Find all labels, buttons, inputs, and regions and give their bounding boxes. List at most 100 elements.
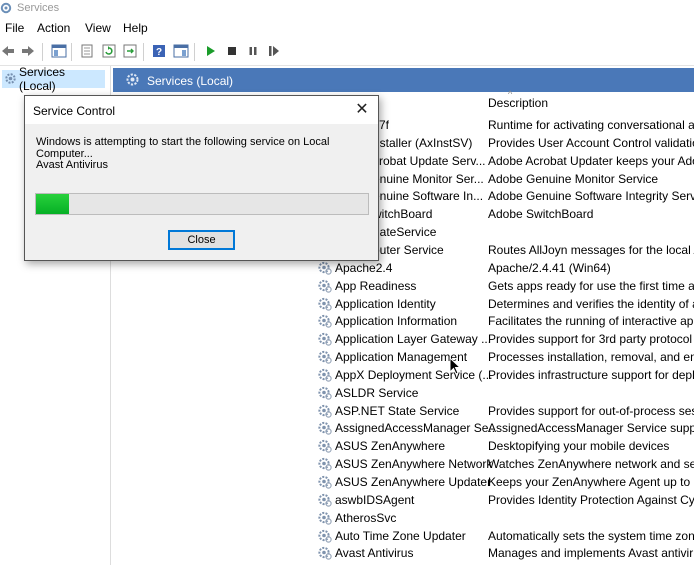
service-row[interactable]: Avast Antivirus Manages and implements Av… bbox=[317, 544, 694, 562]
pause-service-button[interactable] bbox=[245, 43, 261, 59]
refresh-button[interactable] bbox=[101, 43, 117, 59]
service-row[interactable]: Auto Time Zone Updater Automatically sets… bbox=[317, 527, 694, 545]
service-gear-icon bbox=[317, 474, 332, 492]
service-description: Processes installation, removal, and enu… bbox=[488, 350, 694, 365]
service-description: Determines and verifies the identity of … bbox=[488, 296, 694, 311]
service-row[interactable]: Apache2.4 Apache/2.4.41 (Win64) bbox=[317, 259, 694, 277]
service-description: Automatically sets the system time zone. bbox=[488, 528, 694, 543]
start-service-button[interactable] bbox=[203, 43, 219, 59]
back-arrow-icon bbox=[2, 46, 14, 56]
service-row[interactable]: ASUS ZenAnywhere Desktopifying your mobil… bbox=[317, 437, 694, 455]
service-row[interactable]: ASUS ZenAnywhere Updater Keeps your ZenAn… bbox=[317, 473, 694, 491]
service-gear-icon bbox=[317, 545, 332, 563]
toolbar-separator bbox=[143, 43, 144, 61]
service-name: ASUS ZenAnywhere Updater bbox=[335, 475, 492, 489]
svg-text:?: ? bbox=[156, 47, 162, 58]
export-list-button[interactable] bbox=[122, 43, 138, 59]
toolbar-separator bbox=[71, 43, 72, 61]
service-row[interactable]: Application Information Facilitates the r… bbox=[317, 312, 694, 330]
service-name: Auto Time Zone Updater bbox=[335, 528, 466, 543]
close-button[interactable]: Close bbox=[168, 230, 235, 250]
menu-view[interactable]: View bbox=[85, 21, 111, 35]
service-name: Application Management bbox=[335, 350, 468, 365]
service-gear-icon bbox=[317, 385, 332, 403]
service-name: Avast Antivirus bbox=[335, 546, 414, 561]
service-row[interactable]: Application Layer Gateway ... Provides su… bbox=[317, 330, 694, 348]
service-name: dateService bbox=[373, 225, 437, 240]
service-description: Adobe SwitchBoard bbox=[488, 207, 594, 222]
service-name: AtherosSvc bbox=[335, 510, 397, 525]
pane-header: Services (Local) bbox=[113, 68, 694, 92]
service-row[interactable]: ASP.NET State Service Provides support fo… bbox=[317, 402, 694, 420]
service-description: Adobe Genuine Monitor Service bbox=[488, 171, 659, 186]
service-row[interactable]: ASUS ZenAnywhere Network Watches ZenAnywh… bbox=[317, 455, 694, 473]
service-name: Application Layer Gateway ... bbox=[335, 332, 492, 347]
mouse-cursor-icon bbox=[449, 357, 461, 375]
service-row[interactable]: aswbIDSAgent Provides Identity Protection… bbox=[317, 491, 694, 509]
service-description: Desktopifying your mobile devices bbox=[488, 439, 670, 454]
service-name: ASLDR Service bbox=[335, 385, 419, 400]
tree-item-services-local[interactable]: Services (Local) bbox=[2, 65, 105, 93]
forward-button[interactable] bbox=[20, 43, 36, 59]
service-row[interactable]: ASLDR Service bbox=[317, 384, 694, 402]
service-description: Provides support for out-of-process sess… bbox=[488, 403, 694, 418]
service-gear-icon bbox=[317, 456, 332, 474]
menu-action[interactable]: Action bbox=[37, 21, 70, 35]
dialog-service-name: Avast Antivirus bbox=[36, 159, 108, 171]
progress-bar bbox=[35, 193, 369, 215]
service-description: Facilitates the running of interactive a… bbox=[488, 314, 694, 329]
service-gear-icon bbox=[317, 296, 332, 314]
service-description: Provides support for 3rd party protocol … bbox=[488, 332, 694, 347]
service-row[interactable]: Application Identity Determines and verif… bbox=[317, 295, 694, 313]
dialog-titlebar: Service Control ✕ bbox=[25, 96, 378, 124]
service-name: aswbIDSAgent bbox=[335, 492, 415, 507]
service-gear-icon bbox=[317, 313, 332, 331]
service-row[interactable]: AssignedAccessManager Se... AssignedAcces… bbox=[317, 419, 694, 437]
toolbar-separator bbox=[42, 43, 43, 61]
service-description: Runtime for activating conversational ag… bbox=[488, 118, 694, 132]
stop-service-button[interactable] bbox=[224, 43, 240, 59]
toolbar-separator bbox=[194, 43, 195, 61]
console-view-icon bbox=[173, 44, 189, 58]
pane-header-title: Services (Local) bbox=[147, 74, 234, 88]
forward-arrow-icon bbox=[22, 46, 34, 56]
console-view-button[interactable] bbox=[173, 43, 189, 59]
services-icon bbox=[5, 73, 16, 84]
service-gear-icon bbox=[317, 331, 332, 349]
service-description: AssignedAccessManager Service supports bbox=[488, 421, 694, 436]
window-title: Services bbox=[17, 2, 60, 14]
service-name: Application Information bbox=[335, 314, 458, 329]
service-name: Application Identity bbox=[335, 296, 436, 311]
service-name: ASP.NET State Service bbox=[335, 403, 460, 418]
service-row[interactable]: AppX Deployment Service (... Provides inf… bbox=[317, 366, 694, 384]
service-description: Provides Identity Protection Against Cyb… bbox=[488, 492, 694, 507]
service-description: Adobe Genuine Software Integrity Service bbox=[488, 189, 694, 204]
window-titlebar: Services bbox=[0, 0, 694, 18]
back-button[interactable] bbox=[0, 43, 16, 59]
help-button[interactable]: ? bbox=[151, 43, 167, 59]
properties-button[interactable] bbox=[79, 43, 95, 59]
service-description: Provides User Account Control validation bbox=[488, 135, 694, 150]
show-hide-console-tree-button[interactable] bbox=[51, 43, 67, 59]
service-gear-icon bbox=[317, 278, 332, 296]
menu-bar: File Action View Help bbox=[0, 18, 694, 38]
menu-file[interactable]: File bbox=[5, 21, 24, 35]
service-description: Adobe Acrobat Updater keeps your Adobe bbox=[488, 153, 694, 168]
restart-service-button[interactable] bbox=[266, 43, 282, 59]
dialog-title: Service Control bbox=[33, 104, 116, 118]
service-description: Routes AllJoyn messages for the local Al… bbox=[488, 242, 694, 257]
column-header-description[interactable]: Description bbox=[488, 96, 548, 110]
service-name: ASUS ZenAnywhere Network bbox=[335, 457, 493, 472]
restart-icon bbox=[269, 46, 279, 56]
service-gear-icon bbox=[317, 367, 332, 385]
export-list-icon bbox=[123, 44, 137, 58]
service-row[interactable]: Application Management Processes installa… bbox=[317, 348, 694, 366]
service-row[interactable]: AtherosSvc bbox=[317, 509, 694, 527]
toolbar: ? bbox=[0, 38, 694, 66]
close-icon[interactable]: ✕ bbox=[352, 100, 372, 120]
service-row[interactable]: App Readiness Gets apps ready for use the… bbox=[317, 277, 694, 295]
menu-help[interactable]: Help bbox=[123, 21, 148, 35]
properties-icon bbox=[81, 44, 93, 58]
refresh-icon bbox=[102, 44, 116, 58]
service-gear-icon bbox=[317, 349, 332, 367]
